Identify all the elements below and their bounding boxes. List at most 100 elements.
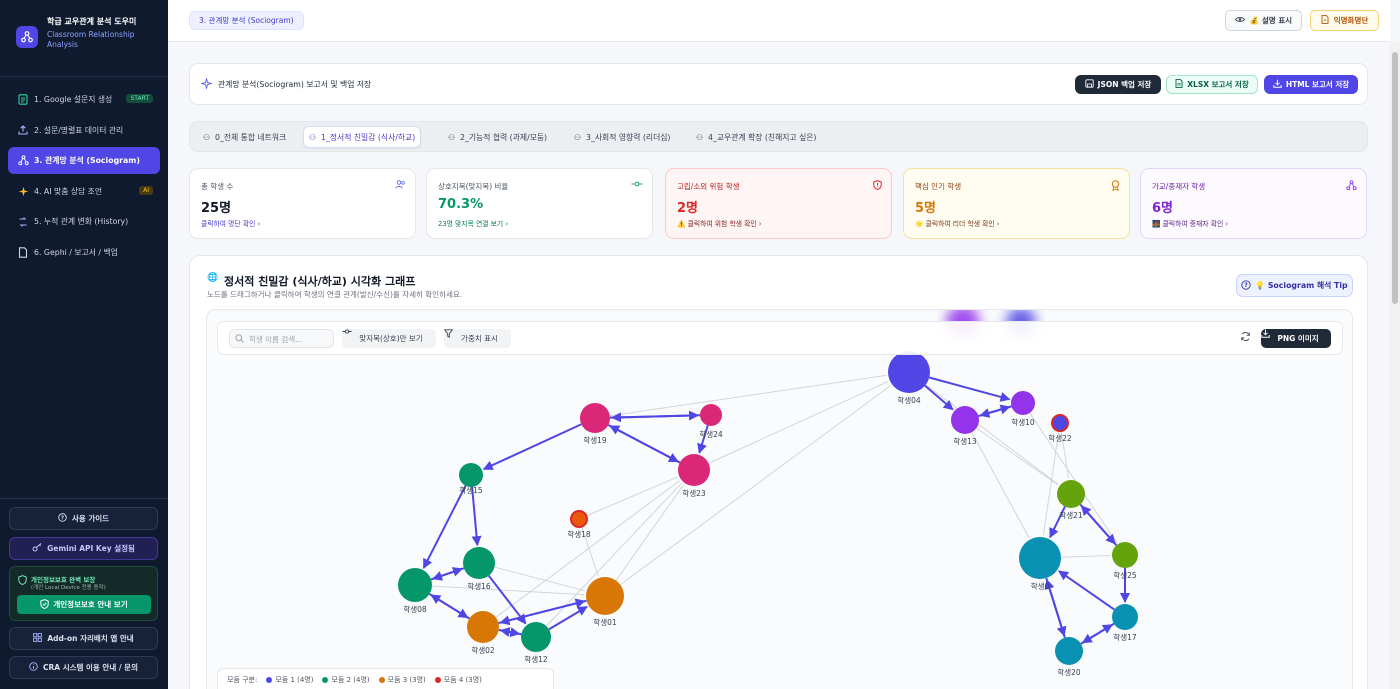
anon-label: 익명화명단 <box>1333 16 1369 25</box>
graph-node[interactable]: 학생16 <box>463 547 495 591</box>
sidebar-item-gephi[interactable]: 6. Gephi / 보고서 / 백업 <box>8 239 160 266</box>
node-label: 학생20 <box>1057 667 1081 677</box>
node-circle[interactable] <box>1019 537 1061 579</box>
weight-toggle-button[interactable]: 가중치 표시 <box>444 329 511 348</box>
node-circle[interactable] <box>888 351 930 393</box>
privacy-guide-button[interactable]: 개인정보보호 안내 보기 <box>17 595 151 614</box>
png-export-button[interactable]: PNG 이미지 <box>1261 329 1331 348</box>
mutual-only-button[interactable]: 맞지목(상호)만 보기 <box>342 329 436 348</box>
graph-node[interactable]: 학생0 <box>1019 537 1061 591</box>
html-report-button[interactable]: HTML 보고서 저장 <box>1264 75 1358 94</box>
sidebar-item-data[interactable]: 2. 설문/명렬표 데이터 관리 <box>8 117 160 144</box>
node-circle[interactable] <box>1055 637 1083 665</box>
node-circle[interactable] <box>1112 604 1138 630</box>
search-input[interactable] <box>249 332 331 346</box>
graph-edge <box>431 585 585 596</box>
stat-total-students[interactable]: 총 학생 수 25명 클릭하여 명단 확인 › <box>189 168 416 239</box>
graph-node[interactable]: 학생04 <box>888 351 930 405</box>
graph-node[interactable]: 학생21 <box>1057 480 1085 520</box>
graph-node[interactable]: 학생17 <box>1112 604 1138 642</box>
graph-node[interactable]: 학생12 <box>521 622 551 664</box>
node-circle[interactable] <box>1051 414 1069 432</box>
sidebar-item-sociogram[interactable]: 3. 관계망 분석 (Sociogram) <box>8 147 160 174</box>
node-circle[interactable] <box>678 454 710 486</box>
sidebar-item-label: 2. 설문/명렬표 데이터 관리 <box>34 125 124 135</box>
node-circle[interactable] <box>1011 391 1035 415</box>
tab-overall-network[interactable]: ⚇ 0_전체 통합 네트워크 <box>198 126 291 148</box>
addon-button[interactable]: Add-on 자리배치 앱 안내 <box>9 627 158 650</box>
spreadsheet-icon <box>1175 79 1183 90</box>
stat-popular[interactable]: 핵심 인기 학생 5명 🌟 클릭하여 리더 학생 확인 › <box>903 168 1130 239</box>
cra-info-button[interactable]: CRA 시스템 이용 안내 / 문의 <box>9 656 158 679</box>
node-circle[interactable] <box>1057 480 1085 508</box>
stat-link[interactable]: 🌟 클릭하여 리더 학생 확인 › <box>915 218 1000 228</box>
node-circle[interactable] <box>467 611 499 643</box>
shield-alert-icon <box>873 180 882 193</box>
sociogram-graph[interactable]: 학생04 학생13 학생10 학생22 학생19 학생24 학생23 학생15 학생18 학생16… <box>207 310 1353 689</box>
graph-node[interactable]: 학생02 <box>467 611 499 655</box>
graph-node[interactable]: 학생10 <box>1011 391 1035 427</box>
legend-dot <box>266 676 273 683</box>
scrollbar-thumb[interactable] <box>1392 52 1398 304</box>
sidebar-item-history[interactable]: 5. 누적 관계 변화 (History) <box>8 208 160 235</box>
graph-node[interactable]: 학생25 <box>1112 542 1138 580</box>
stat-mutual-ratio[interactable]: 상호지목(맞지목) 비율 70.3% 23명 맞지목 연결 보기 › <box>426 168 653 239</box>
node-label: 학생24 <box>699 429 723 439</box>
graph-edge <box>1080 623 1114 645</box>
gemini-label: Gemini API Key 설정됨 <box>47 544 135 553</box>
page-scrollbar[interactable] <box>1390 42 1400 689</box>
tab-expansion[interactable]: ⚇ 4_교우관계 확장 (친해지고 싶은) <box>691 126 821 148</box>
graph-node[interactable]: 학생22 <box>1048 414 1072 443</box>
node-circle[interactable] <box>463 547 495 579</box>
gemini-key-button[interactable]: Gemini API Key 설정됨 <box>9 537 158 560</box>
node-circle[interactable] <box>570 510 588 528</box>
stat-link[interactable]: 클릭하여 명단 확인 › <box>201 218 260 228</box>
graph-edge <box>609 425 681 464</box>
tab-social-influence[interactable]: ⚇ 3_사회적 영향력 (리더십) <box>569 126 675 148</box>
legend-title: 모둠 구분: <box>227 675 258 684</box>
xlsx-save-button[interactable]: XLSX 보고서 저장 <box>1166 75 1258 94</box>
graph-node[interactable]: 학생19 <box>580 403 610 445</box>
node-circle[interactable] <box>700 404 722 426</box>
graph-node[interactable]: 학생23 <box>678 454 710 498</box>
graph-node[interactable]: 학생13 <box>951 406 979 446</box>
json-backup-button[interactable]: JSON 백업 저장 <box>1075 75 1161 94</box>
sociogram-canvas[interactable]: 학생04 학생13 학생10 학생22 학생19 학생24 학생23 학생15 학생18 학생16… <box>206 309 1353 689</box>
app-subtitle: Classroom Relationship Analysis <box>47 30 135 49</box>
graph-node[interactable]: 학생01 <box>586 577 624 627</box>
tab-emotional[interactable]: ⚇ 1_정서적 친밀감 (식사/하교) <box>303 126 422 148</box>
node-circle[interactable] <box>586 577 624 615</box>
xlsx-label: XLSX 보고서 저장 <box>1187 80 1249 89</box>
award-icon <box>1111 180 1120 194</box>
node-label: 학생15 <box>459 485 483 495</box>
graph-node[interactable]: 학생24 <box>699 404 723 439</box>
stat-bridge[interactable]: 가교/중재자 학생 6명 🌉 클릭하여 중재자 확인 › <box>1140 168 1367 239</box>
sidebar-item-ai[interactable]: 4. AI 맞춤 상담 조언 AI <box>8 178 160 205</box>
node-circle[interactable] <box>459 463 483 487</box>
guide-button[interactable]: ? 사용 가이드 <box>9 507 158 530</box>
explain-toggle-button[interactable]: 💰 설명 표시 <box>1225 10 1302 31</box>
key-icon <box>32 543 42 554</box>
node-circle[interactable] <box>951 406 979 434</box>
anonymize-button[interactable]: 익명화명단 <box>1310 10 1379 31</box>
stat-link[interactable]: 23명 맞지목 연결 보기 › <box>438 218 508 228</box>
report-title: 관계망 분석(Sociogram) 보고서 및 백업 저장 <box>218 80 372 89</box>
help-icon: ? <box>58 513 67 524</box>
graph-node[interactable]: 학생15 <box>459 463 483 495</box>
tab-functional[interactable]: ⚇ 2_기능적 협력 (과제/모둠) <box>443 126 552 148</box>
stat-isolated[interactable]: 고립/소외 위험 학생 2명 ⚠️ 클릭하여 위험 학생 확인 › <box>665 168 892 239</box>
node-circle[interactable] <box>521 622 551 652</box>
sidebar-item-label: 1. Google 설문지 생성 <box>34 95 113 104</box>
student-search[interactable] <box>229 329 334 348</box>
sociogram-tip-button[interactable]: ? 💡 Sociogram 해석 Tip <box>1236 274 1353 297</box>
graph-node[interactable]: 학생20 <box>1055 637 1083 677</box>
stat-link[interactable]: 🌉 클릭하여 중재자 확인 › <box>1152 218 1228 228</box>
graph-node[interactable]: 학생08 <box>398 568 432 614</box>
sidebar-item-google-form[interactable]: 1. Google 설문지 생성 START <box>8 86 160 113</box>
node-circle[interactable] <box>398 568 432 602</box>
node-circle[interactable] <box>1112 542 1138 568</box>
stat-link[interactable]: ⚠️ 클릭하여 위험 학생 확인 › <box>677 218 762 228</box>
graph-edge <box>1060 555 1111 558</box>
graph-edge <box>1044 579 1066 638</box>
node-circle[interactable] <box>580 403 610 433</box>
